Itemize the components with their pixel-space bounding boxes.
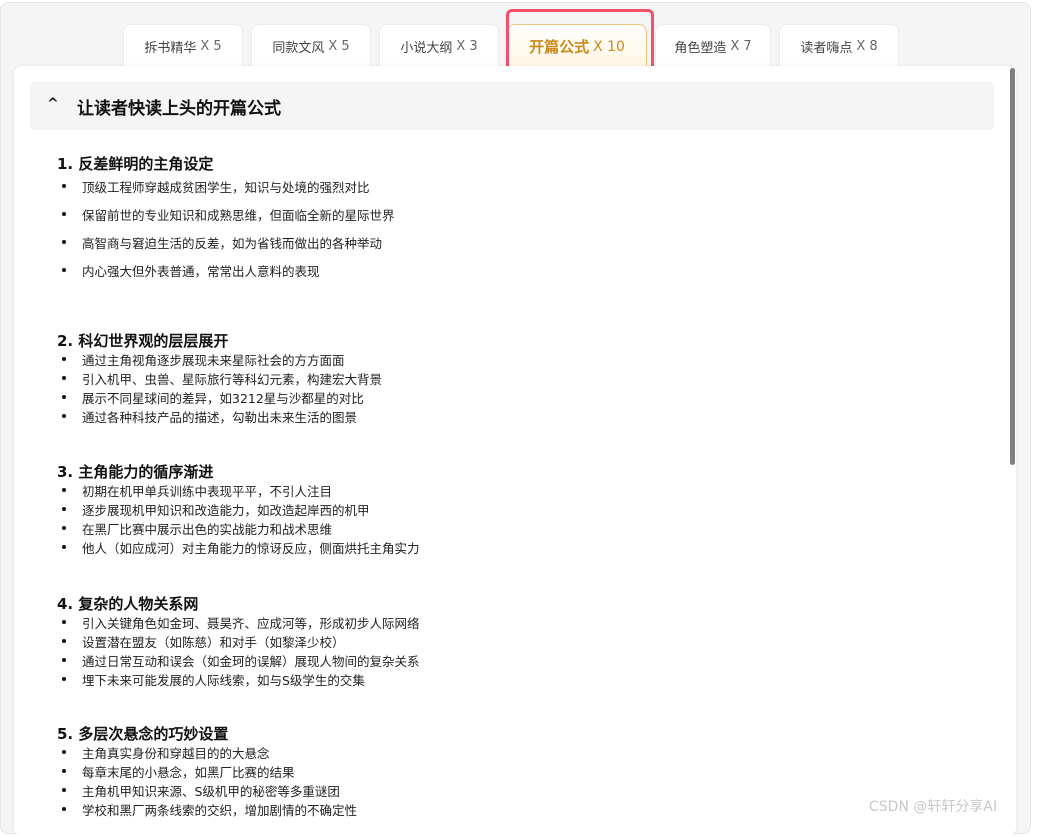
bullet-dot-icon <box>62 526 66 530</box>
tab-count: X 8 <box>856 39 878 54</box>
bullet-dot-icon <box>62 750 66 754</box>
list-item-text: 逐步展现机甲知识和改造能力，如改造起岸西的机甲 <box>82 503 370 518</box>
bullet-dot-icon <box>62 620 66 624</box>
app-window: 拆书精华 X 5 同款文风 X 5 小说大纲 X 3 开篇公式 X 10 角色塑造 X 7 读者嗨点… <box>0 0 1041 836</box>
bullet-dot-icon <box>62 240 66 244</box>
scrollbar[interactable] <box>1010 68 1015 465</box>
tab-count: X 7 <box>730 39 752 54</box>
bullet-dot-icon <box>62 414 66 418</box>
list-item-text: 主角真实身份和穿越目的的大悬念 <box>82 746 270 761</box>
list-item-text: 他人（如应成河）对主角能力的惊讶反应，侧面烘托主角实力 <box>82 541 420 556</box>
accordion-title: 让读者快读上头的开篇公式 <box>77 99 281 119</box>
bullet-dot-icon <box>62 769 66 773</box>
bullet-dot-icon <box>62 507 66 511</box>
section-title: 5. 多层次悬念的巧妙设置 <box>57 725 229 743</box>
tab-5[interactable]: 读者嗨点 X 8 <box>779 24 899 68</box>
list-item-text: 高智商与窘迫生活的反差，如为省钱而做出的各种举动 <box>82 236 383 251</box>
tab-count: X 3 <box>456 39 478 54</box>
list-item-text: 在黑厂比赛中展示出色的实战能力和战术思维 <box>82 522 333 537</box>
list-item-text: 设置潜在盟友（如陈慈）和对手（如黎泽少校） <box>82 635 345 650</box>
list-item-text: 通过主角视角逐步展现未来星际社会的方方面面 <box>82 353 345 368</box>
section-title: 4. 复杂的人物关系网 <box>57 595 199 613</box>
bullet-dot-icon <box>62 807 66 811</box>
watermark: CSDN @轩轩分享AI <box>869 799 998 815</box>
bullet-dot-icon <box>62 212 66 216</box>
collapse-caret-icon[interactable]: ^ <box>47 96 59 112</box>
tab-label: 开篇公式 <box>529 38 590 56</box>
section-title: 1. 反差鲜明的主角设定 <box>57 155 214 173</box>
tab-label: 小说大纲 <box>400 41 453 56</box>
tab-4[interactable]: 角色塑造 X 7 <box>655 24 771 68</box>
list-item-text: 主角机甲知识来源、S级机甲的秘密等多重谜团 <box>82 784 340 799</box>
tab-3[interactable]: 开篇公式 X 10 <box>507 24 647 68</box>
tab-1[interactable]: 同款文风 X 5 <box>251 24 371 68</box>
list-item-text: 引入机甲、虫兽、星际旅行等科幻元素，构建宏大背景 <box>82 372 383 387</box>
tab-label: 拆书精华 <box>144 41 197 56</box>
list-item-text: 每章末尾的小悬念，如黑厂比赛的结果 <box>82 765 295 780</box>
list-item-text: 展示不同星球间的差异，如3212星与沙都星的对比 <box>82 391 364 406</box>
list-item-text: 顶级工程师穿越成贫困学生，知识与处境的强烈对比 <box>82 180 370 195</box>
tab-2[interactable]: 小说大纲 X 3 <box>379 24 499 68</box>
bullet-dot-icon <box>62 658 66 662</box>
section-title: 3. 主角能力的循序渐进 <box>57 463 214 481</box>
list-item-text: 内心强大但外表普通，常常出人意料的表现 <box>82 264 320 279</box>
bullet-dot-icon <box>62 639 66 643</box>
bullet-dot-icon <box>62 488 66 492</box>
bullet-dot-icon <box>62 788 66 792</box>
bullet-dot-icon <box>62 357 66 361</box>
bullet-dot-icon <box>62 545 66 549</box>
accordion-header[interactable]: ^ 让读者快读上头的开篇公式 <box>30 82 994 130</box>
list-item-text: 初期在机甲单兵训练中表现平平，不引人注目 <box>82 484 333 499</box>
bullet-dot-icon <box>62 677 66 681</box>
tab-bar: 拆书精华 X 5 同款文风 X 5 小说大纲 X 3 开篇公式 X 10 角色塑造 X 7 读者嗨点… <box>123 24 899 68</box>
list-item-text: 通过各种科技产品的描述，勾勒出未来生活的图景 <box>82 410 358 425</box>
tab-label: 同款文风 <box>272 41 325 56</box>
bullet-dot-icon <box>62 376 66 380</box>
tab-count: X 5 <box>200 39 222 54</box>
bullet-dot-icon <box>62 184 66 188</box>
list-item-text: 通过日常互动和误会（如金珂的误解）展现人物间的复杂关系 <box>82 654 420 669</box>
list-item-text: 学校和黑厂两条线索的交织，增加剧情的不确定性 <box>82 803 358 818</box>
tab-count: X 10 <box>593 38 625 55</box>
section-title: 2. 科幻世界观的层层展开 <box>57 332 229 350</box>
list-item-text: 埋下未来可能发展的人际线索，如与S级学生的交集 <box>82 673 365 688</box>
tab-label: 角色塑造 <box>674 41 727 56</box>
tab-0[interactable]: 拆书精华 X 5 <box>123 24 243 68</box>
tab-label: 读者嗨点 <box>800 41 853 56</box>
list-item-text: 保留前世的专业知识和成熟思维，但面临全新的星际世界 <box>82 208 395 223</box>
list-item-text: 引入关键角色如金珂、聂昊齐、应成河等，形成初步人际网络 <box>82 616 420 631</box>
bullet-dot-icon <box>62 395 66 399</box>
tab-count: X 5 <box>328 39 350 54</box>
bullet-dot-icon <box>62 268 66 272</box>
